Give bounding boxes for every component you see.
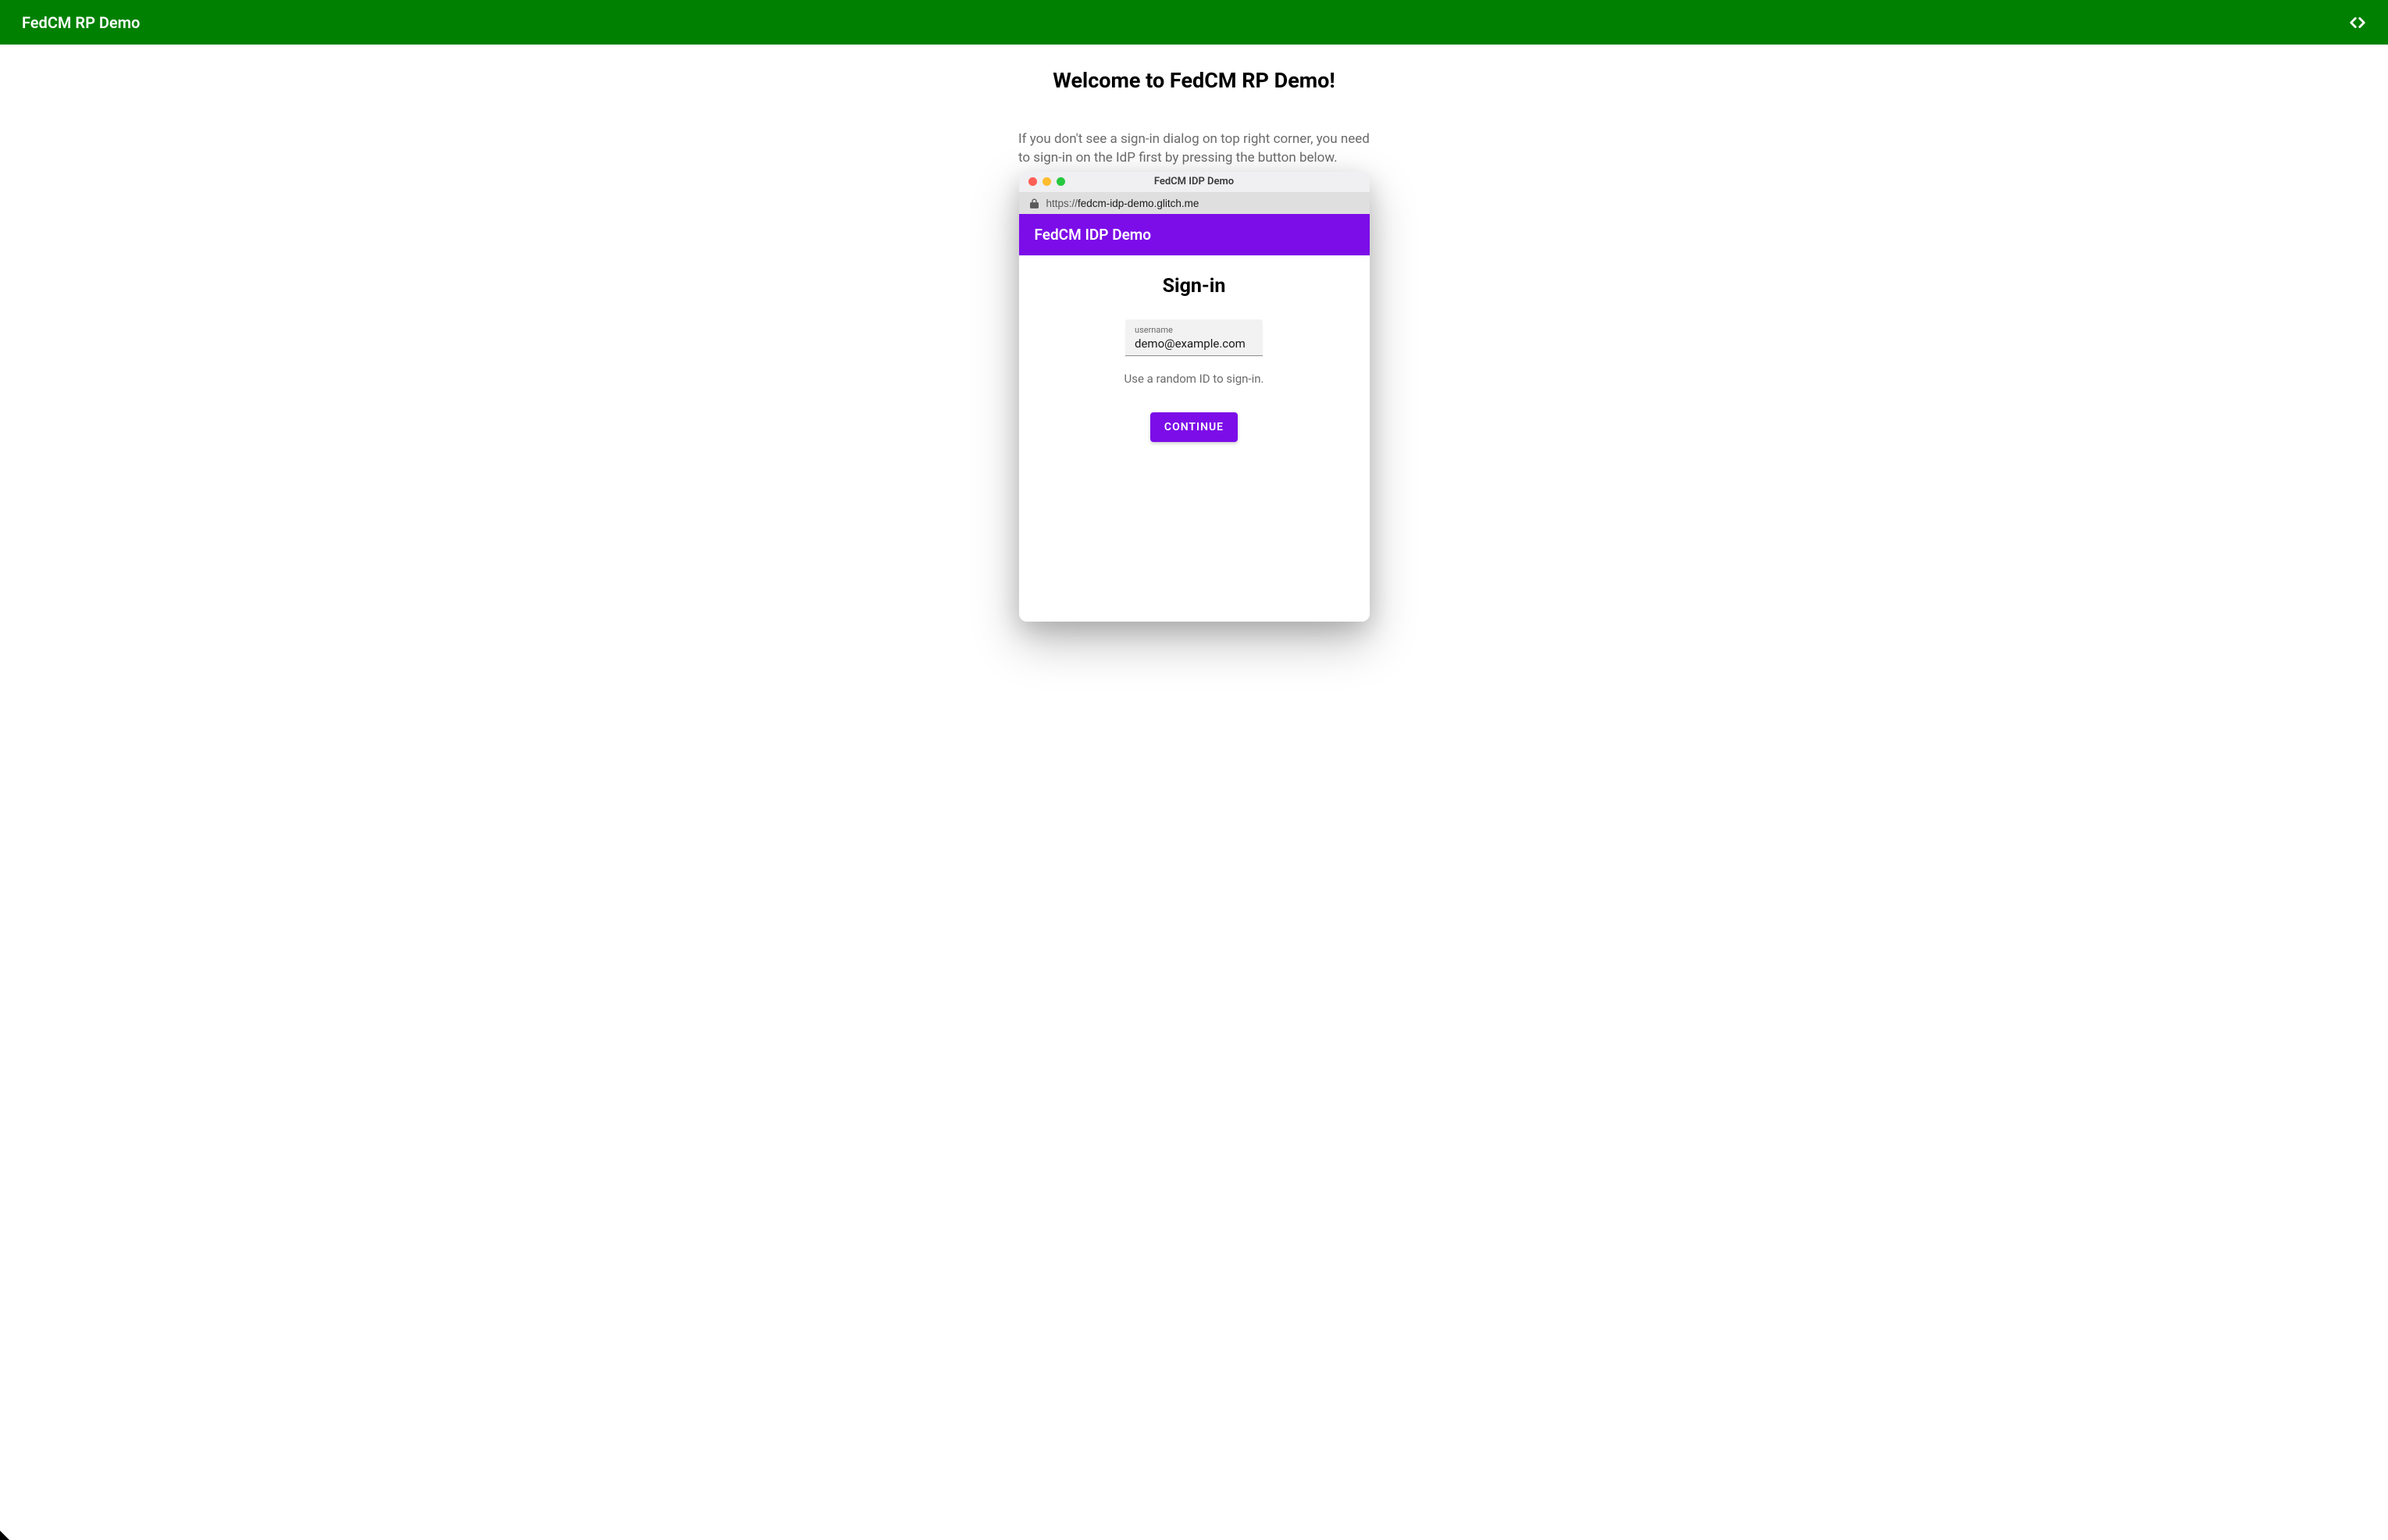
continue-button[interactable]: CONTINUE	[1150, 412, 1238, 442]
popup-window: FedCM IDP Demo https://fedcm-idp-demo.gl…	[1019, 172, 1370, 622]
traffic-lights	[1019, 177, 1065, 186]
welcome-heading: Welcome to FedCM RP Demo!	[850, 68, 1538, 93]
url-text: https://fedcm-idp-demo.glitch.me	[1046, 198, 1199, 209]
username-input[interactable]	[1135, 337, 1253, 351]
page-content: Welcome to FedCM RP Demo! If you don't s…	[835, 45, 1553, 645]
app-title: FedCM RP Demo	[22, 13, 140, 32]
idp-header-title: FedCM IDP Demo	[1035, 226, 1152, 244]
url-protocol: https://	[1046, 198, 1078, 209]
username-label: username	[1135, 325, 1253, 335]
idp-body: Sign-in username Use a random ID to sign…	[1019, 255, 1370, 622]
app-header: FedCM RP Demo	[0, 0, 2388, 45]
window-titlebar: FedCM IDP Demo	[1019, 172, 1370, 193]
maximize-window-icon[interactable]	[1057, 177, 1065, 186]
url-domain: fedcm-idp-demo.glitch.me	[1078, 198, 1199, 209]
idp-header: FedCM IDP Demo	[1019, 214, 1370, 255]
url-bar: https://fedcm-idp-demo.glitch.me	[1019, 193, 1370, 214]
corner-indicator	[0, 1531, 9, 1540]
signin-heading: Sign-in	[1035, 275, 1354, 298]
lock-icon	[1030, 198, 1039, 209]
instruction-text: If you don't see a sign-in dialog on top…	[1018, 130, 1370, 168]
minimize-window-icon[interactable]	[1043, 177, 1051, 186]
close-window-icon[interactable]	[1028, 177, 1037, 186]
username-field-wrapper[interactable]: username	[1125, 319, 1263, 356]
helper-text: Use a random ID to sign-in.	[1035, 372, 1354, 386]
window-title: FedCM IDP Demo	[1019, 176, 1370, 187]
code-icon[interactable]	[2349, 14, 2366, 31]
